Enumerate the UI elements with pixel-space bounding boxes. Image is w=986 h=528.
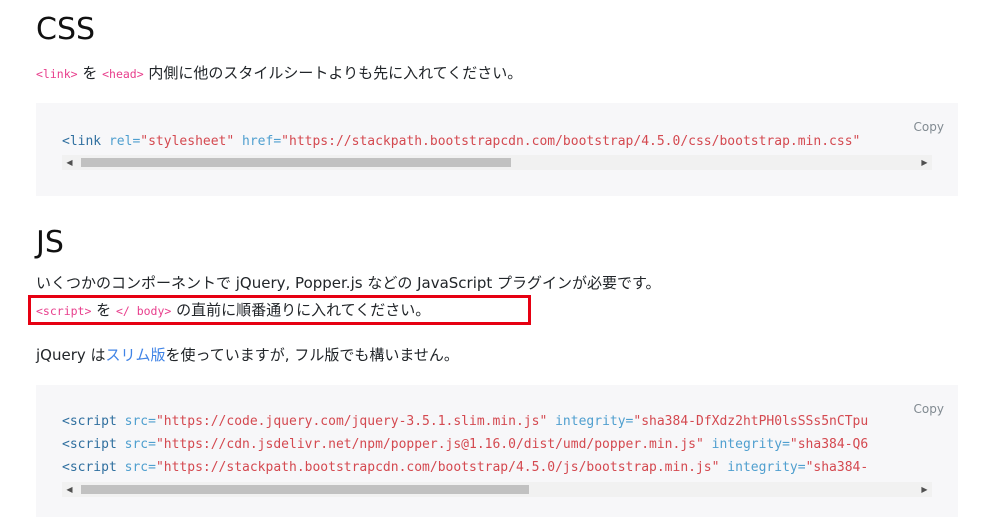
highlight-box [28,295,531,325]
scrollbar-thumb[interactable] [81,485,529,494]
js-heading: JS [36,225,64,260]
horizontal-scrollbar[interactable]: ◀ ▶ [62,155,932,170]
inline-code-link: <link> [36,67,78,81]
css-code-block: Copy <link rel="stylesheet" href="https:… [36,103,958,196]
code-line: <script src="https://cdn.jsdelivr.net/np… [62,437,869,452]
horizontal-scrollbar[interactable]: ◀ ▶ [62,482,932,497]
css-heading: CSS [36,12,96,47]
scrollbar-thumb[interactable] [81,158,511,167]
js-description-line1: いくつかのコンポーネントで jQuery, Popper.js などの Java… [36,274,661,292]
slim-version-link[interactable]: スリム版 [106,346,166,364]
js-code-block: Copy <script src="https://code.jquery.co… [36,385,958,517]
css-description: <link> を <head> 内側に他のスタイルシートよりも先に入れてください… [36,64,523,82]
scroll-right-icon[interactable]: ▶ [917,155,932,170]
code-line: <script src="https://stackpath.bootstrap… [62,460,869,475]
scroll-left-icon[interactable]: ◀ [62,155,77,170]
css-code-line: <link rel="stylesheet" href="https://sta… [62,134,861,149]
scroll-left-icon[interactable]: ◀ [62,482,77,497]
jquery-note: jQuery はスリム版を使っていますが, フル版でも構いません。 [36,346,459,364]
js-code-lines: <script src="https://code.jquery.com/jqu… [62,410,932,479]
scroll-right-icon[interactable]: ▶ [917,482,932,497]
inline-code-head: <head> [102,67,144,81]
code-line: <script src="https://code.jquery.com/jqu… [62,414,869,429]
